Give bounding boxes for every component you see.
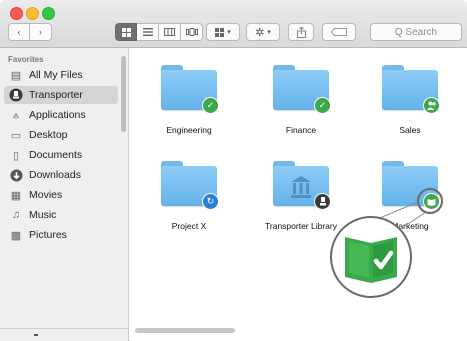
sidebar-item-label: Music <box>29 209 57 221</box>
music-icon: ♫ <box>11 209 21 221</box>
sidebar-item-label: All My Files <box>29 69 83 81</box>
sidebar-item-pictures[interactable]: ▩ Pictures <box>4 226 118 244</box>
sidebar-item-downloads[interactable]: Downloads <box>4 166 118 184</box>
folder-label: Sales <box>399 125 421 135</box>
people-badge-icon <box>423 97 440 114</box>
sidebar-item-label: Movies <box>29 189 63 201</box>
gear-icon: ✲ <box>255 26 265 39</box>
list-icon <box>142 28 153 36</box>
sidebar-item-movies[interactable]: ▦ Movies <box>4 186 118 204</box>
sidebar-bottom-bar <box>0 328 128 341</box>
check-badge-icon: ✓ <box>314 97 331 114</box>
sidebar-item-label: Downloads <box>29 169 81 181</box>
transporter-icon <box>8 87 24 103</box>
sidebar-item-label: Pictures <box>29 229 67 241</box>
search-placeholder: Q Search <box>394 26 438 38</box>
pictures-icon: ▩ <box>10 229 22 242</box>
arrange-button[interactable]: ▾ <box>206 23 240 41</box>
share-button[interactable] <box>288 23 314 41</box>
folder-label: Finance <box>285 125 317 135</box>
zoom-window-button[interactable] <box>42 7 55 20</box>
toolbar: ‹ › ▾ ✲ ▾ Q Search <box>0 0 467 48</box>
movies-icon: ▦ <box>10 189 22 202</box>
view-mode-group <box>115 23 203 41</box>
book-check-icon <box>345 237 397 283</box>
downloads-icon <box>8 167 24 183</box>
file-browser-area: ✓ Engineering ✓ Finance Sales ↻ Project … <box>130 48 467 341</box>
finder-window: ‹ › ▾ ✲ ▾ Q Search Favorites ▤ All My Fi… <box>0 0 467 341</box>
back-button[interactable]: ‹ <box>8 23 30 41</box>
folder-icon[interactable] <box>273 161 331 210</box>
folder-label: Project X <box>171 221 207 231</box>
column-view-button[interactable] <box>159 23 181 41</box>
library-emblem-icon <box>291 176 311 198</box>
sidebar-scrollbar[interactable] <box>121 56 126 132</box>
cover-flow-icon <box>185 28 198 36</box>
tags-button[interactable] <box>322 23 356 41</box>
back-forward-group: ‹ › <box>8 23 52 41</box>
sidebar-item-label: Transporter <box>29 89 83 101</box>
resize-handle-icon[interactable] <box>34 334 38 336</box>
grid-icon <box>121 27 131 37</box>
search-field[interactable]: Q Search <box>370 23 462 41</box>
horizontal-scrollbar[interactable] <box>135 328 235 333</box>
sidebar-item-documents[interactable]: ▯ Documents <box>4 146 118 164</box>
list-view-button[interactable] <box>137 23 159 41</box>
transporter-badge-icon <box>314 193 331 210</box>
action-button[interactable]: ✲ ▾ <box>246 23 280 41</box>
sidebar-item-music[interactable]: ♫ Music <box>4 206 118 224</box>
all-files-icon: ▤ <box>10 69 22 82</box>
folder-icon[interactable]: ✓ <box>273 65 331 114</box>
check-badge-icon: ✓ <box>202 97 219 114</box>
arrange-grid-icon <box>215 27 225 37</box>
folder-label: Engineering <box>166 125 212 135</box>
sidebar-item-applications[interactable]: ⟑ Applications <box>4 106 118 124</box>
desktop-icon: ▭ <box>10 129 22 142</box>
folder-icon[interactable]: ↻ <box>161 161 219 210</box>
chevron-down-icon: ▾ <box>267 29 271 36</box>
chevron-down-icon: ▾ <box>227 29 231 36</box>
sidebar-item-label: Applications <box>29 109 86 121</box>
icon-view-button[interactable] <box>115 23 137 41</box>
sidebar-item-desktop[interactable]: ▭ Desktop <box>4 126 118 144</box>
cover-flow-button[interactable] <box>181 23 203 41</box>
folder-icon[interactable] <box>382 65 440 114</box>
sidebar: Favorites ▤ All My Files Transporter ⟑ A… <box>0 48 129 341</box>
sync-badge-icon: ↻ <box>202 193 219 210</box>
tag-icon <box>331 28 347 36</box>
sidebar-item-label: Desktop <box>29 129 68 141</box>
magnified-badge <box>330 216 412 298</box>
sidebar-item-label: Documents <box>29 149 83 161</box>
close-window-button[interactable] <box>10 7 23 20</box>
documents-icon: ▯ <box>12 149 20 162</box>
columns-icon <box>164 28 175 36</box>
sidebar-item-all-my-files[interactable]: ▤ All My Files <box>4 66 118 84</box>
forward-button[interactable]: › <box>30 23 52 41</box>
sidebar-item-transporter[interactable]: Transporter <box>4 86 118 104</box>
share-icon <box>296 26 306 38</box>
chevron-left-icon: ‹ <box>17 27 21 37</box>
folder-icon[interactable]: ✓ <box>161 65 219 114</box>
chevron-right-icon: › <box>39 27 42 37</box>
sidebar-section-header: Favorites <box>8 55 44 64</box>
minimize-window-button[interactable] <box>26 7 39 20</box>
applications-icon: ⟑ <box>12 108 20 121</box>
